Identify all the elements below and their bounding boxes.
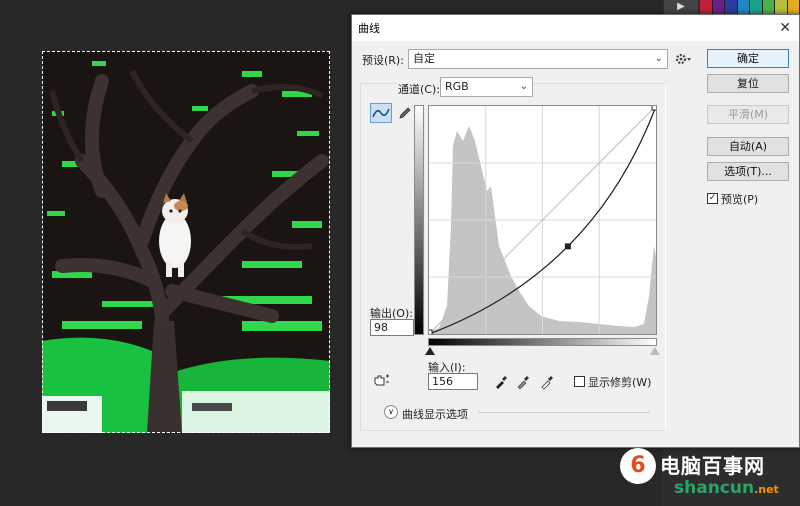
eyedropper-gray-icon (517, 376, 529, 389)
cat-in-tree-image (42, 51, 330, 433)
swatch[interactable] (750, 0, 763, 14)
preview-label: 预览(P) (721, 193, 759, 206)
swatch[interactable] (787, 0, 800, 14)
channel-label: 通道(C): (396, 81, 442, 97)
white-point-slider[interactable] (650, 347, 660, 355)
curves-dialog: 曲线 ✕ 预设(R): 自定 ⌄ 通道(C): RGB ⌄ 输出(O): 98 … (351, 14, 800, 448)
preset-label: 预设(R): (362, 54, 404, 67)
document-canvas[interactable] (42, 51, 330, 433)
swatch[interactable] (700, 0, 713, 14)
swatch[interactable] (775, 0, 788, 14)
watermark-logo: 6 (620, 448, 656, 484)
gear-icon[interactable] (674, 51, 694, 67)
curve-endpoint-white (651, 104, 658, 111)
curves-graph[interactable] (426, 104, 658, 336)
eyedropper-black-icon (496, 376, 507, 389)
expand-options-icon[interactable]: ∨ (384, 405, 398, 419)
swatch[interactable] (737, 0, 750, 14)
auto-button[interactable]: 自动(A) (707, 137, 789, 156)
options-button[interactable]: 选项(T)... (707, 162, 789, 181)
curve-endpoint-black (426, 329, 433, 336)
watermark-name-en: shancun.net (674, 478, 779, 498)
watermark-domain: shancun (674, 478, 755, 498)
show-clipping-checkbox[interactable] (574, 376, 585, 387)
preset-value: 自定 (413, 52, 435, 65)
show-clipping-label: 显示修剪(W) (588, 376, 652, 389)
preset-select[interactable]: 自定 ⌄ (408, 49, 668, 69)
close-icon[interactable]: ✕ (779, 20, 791, 36)
curve-control-point (564, 243, 571, 250)
white-eyedropper-button[interactable] (536, 372, 558, 392)
channel-value: RGB (445, 80, 469, 93)
channel-select[interactable]: RGB ⌄ (440, 77, 533, 97)
options-divider (478, 412, 650, 413)
curve-icon (372, 108, 390, 118)
gray-eyedropper-button[interactable] (512, 372, 534, 392)
curve-tool-button[interactable] (370, 103, 392, 123)
hand-arrows-icon (374, 374, 389, 386)
smooth-button[interactable]: 平滑(M) (707, 105, 789, 124)
dialog-title: 曲线 (358, 22, 380, 35)
site-watermark: 6 电脑百事网 shancun.net (620, 448, 800, 506)
curve-display-options-label[interactable]: 曲线显示选项 (402, 406, 468, 422)
watermark-tld: .net (754, 483, 779, 496)
watermark-name-cn: 电脑百事网 (660, 454, 765, 478)
chevron-down-icon: ⌄ (654, 53, 663, 64)
dialog-titlebar[interactable]: 曲线 ✕ (352, 15, 799, 41)
pencil-icon (399, 107, 411, 119)
ok-button[interactable]: 确定 (707, 49, 789, 68)
input-field[interactable]: 156 (428, 373, 478, 390)
output-field[interactable]: 98 (370, 319, 414, 336)
reset-button[interactable]: 复位 (707, 74, 789, 93)
panel-expand-button[interactable]: ▶ (664, 0, 698, 14)
black-eyedropper-button[interactable] (490, 372, 512, 392)
preview-checkbox[interactable]: ✓ (707, 193, 718, 204)
color-swatches[interactable] (700, 0, 800, 14)
input-gradient-bar (428, 338, 657, 346)
swatch[interactable] (725, 0, 738, 14)
black-point-slider[interactable] (425, 347, 435, 355)
chevron-down-icon: ⌄ (519, 81, 528, 92)
eyedropper-white-icon (541, 376, 553, 389)
curve-plot[interactable] (426, 104, 658, 336)
targeted-adjustment-tool[interactable] (370, 371, 392, 391)
output-gradient-bar (414, 105, 424, 335)
swatch[interactable] (762, 0, 775, 14)
swatch[interactable] (712, 0, 725, 14)
pencil-tool-button[interactable] (394, 103, 416, 123)
